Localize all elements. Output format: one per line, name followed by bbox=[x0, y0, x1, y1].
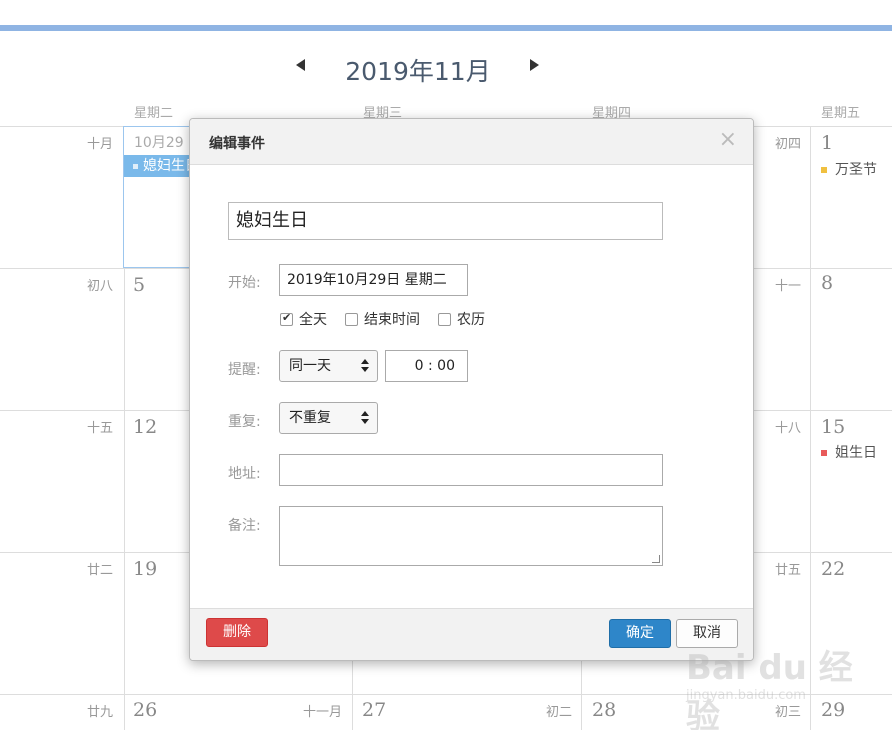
dialog-title: 编辑事件 bbox=[209, 136, 265, 152]
lunar-date: 十月 bbox=[86, 137, 113, 152]
lunar-date: 廿九 bbox=[86, 705, 113, 720]
day-number[interactable]: 5 bbox=[133, 274, 145, 296]
event-name-input[interactable]: 媳妇生日 bbox=[228, 202, 663, 240]
repeat-select[interactable]: 不重复 bbox=[279, 402, 378, 434]
allday-option[interactable]: 全天 bbox=[280, 309, 327, 329]
weekday-tuesday: 星期二 bbox=[134, 106, 174, 121]
next-month-arrow-icon[interactable] bbox=[530, 59, 539, 71]
note-label: 备注: bbox=[228, 518, 261, 534]
lunar-date: 廿二 bbox=[86, 563, 113, 578]
month-navigation: 2019年11月 bbox=[0, 48, 892, 88]
endtime-option[interactable]: 结束时间 bbox=[345, 309, 420, 329]
lunar-option[interactable]: 农历 bbox=[438, 309, 485, 329]
day-number[interactable]: 28 bbox=[592, 699, 616, 721]
grid-line bbox=[581, 660, 582, 730]
select-arrows-icon bbox=[361, 359, 369, 372]
day-number[interactable]: 15 bbox=[821, 416, 845, 438]
event-item-halloween[interactable]: 万圣节 bbox=[821, 159, 877, 179]
selected-day-date: 10月29 bbox=[134, 135, 184, 151]
lunar-checkbox[interactable] bbox=[438, 312, 451, 326]
day-number[interactable]: 1 bbox=[821, 132, 833, 154]
ok-button[interactable]: 确定 bbox=[609, 619, 671, 648]
event-item-selected[interactable]: 媳妇生日 bbox=[124, 155, 191, 177]
remind-day-select[interactable]: 同一天 bbox=[279, 350, 378, 382]
address-label: 地址: bbox=[228, 466, 261, 482]
remind-day-value: 同一天 bbox=[289, 358, 331, 374]
start-label: 开始: bbox=[228, 275, 261, 291]
remind-label: 提醒: bbox=[228, 362, 261, 378]
allday-checkbox[interactable] bbox=[280, 311, 293, 326]
day-number[interactable]: 19 bbox=[133, 558, 157, 580]
edit-event-dialog: 编辑事件 × 媳妇生日 开始: 2019年10月29日 星期二 全天 结束时间 … bbox=[189, 118, 754, 661]
month-title: 2019年11月 bbox=[345, 57, 491, 86]
prev-month-arrow-icon[interactable] bbox=[296, 59, 305, 71]
repeat-label: 重复: bbox=[228, 414, 261, 430]
repeat-value: 不重复 bbox=[289, 410, 331, 426]
day-number[interactable]: 12 bbox=[133, 416, 157, 438]
baidu-watermark: Bai du 经验 jingyan.baidu.com bbox=[676, 640, 876, 730]
resize-grip-icon[interactable] bbox=[652, 555, 660, 563]
day-number[interactable]: 8 bbox=[821, 272, 833, 294]
dialog-footer: 删除 确定 取消 bbox=[190, 608, 753, 660]
event-label: 媳妇生日 bbox=[143, 158, 191, 174]
dialog-header: 编辑事件 × bbox=[190, 119, 753, 165]
event-name-value: 媳妇生日 bbox=[236, 210, 308, 231]
day-number[interactable]: 27 bbox=[362, 699, 386, 721]
watermark-main-text: Bai du 经验 bbox=[686, 648, 853, 730]
lunar-date: 初八 bbox=[86, 279, 113, 294]
address-input[interactable] bbox=[279, 454, 663, 486]
lunar-date: 十一月 bbox=[302, 705, 342, 720]
event-dot-icon bbox=[821, 167, 827, 173]
event-label: 姐生日 bbox=[835, 445, 877, 461]
note-textarea[interactable] bbox=[279, 506, 663, 566]
grid-line bbox=[352, 660, 353, 730]
delete-button[interactable]: 删除 bbox=[206, 618, 268, 647]
calendar-page: 2019年11月 星期二 星期三 星期四 星期五 十月 10月29 媳妇生日 初… bbox=[0, 0, 892, 730]
watermark-sub-text: jingyan.baidu.com bbox=[686, 688, 806, 703]
lunar-date: 十五 bbox=[86, 421, 113, 436]
close-icon[interactable]: × bbox=[719, 129, 737, 151]
day-number[interactable]: 26 bbox=[133, 699, 157, 721]
endtime-checkbox[interactable] bbox=[345, 312, 358, 326]
start-date-input[interactable]: 2019年10月29日 星期二 bbox=[279, 264, 468, 296]
event-label: 万圣节 bbox=[835, 162, 877, 178]
weekday-friday: 星期五 bbox=[821, 106, 861, 121]
event-item-sister-birthday[interactable]: 姐生日 bbox=[821, 442, 877, 462]
lunar-label: 农历 bbox=[457, 312, 485, 328]
top-accent-bar bbox=[0, 25, 892, 31]
lunar-date: 初二 bbox=[545, 705, 572, 720]
remind-time-input[interactable]: 0 : 00 bbox=[385, 350, 468, 382]
endtime-label: 结束时间 bbox=[364, 312, 420, 328]
day-number[interactable]: 22 bbox=[821, 558, 845, 580]
select-arrows-icon bbox=[361, 411, 369, 424]
allday-label: 全天 bbox=[299, 312, 327, 328]
event-dot-icon bbox=[133, 163, 138, 169]
event-dot-icon bbox=[821, 450, 827, 456]
